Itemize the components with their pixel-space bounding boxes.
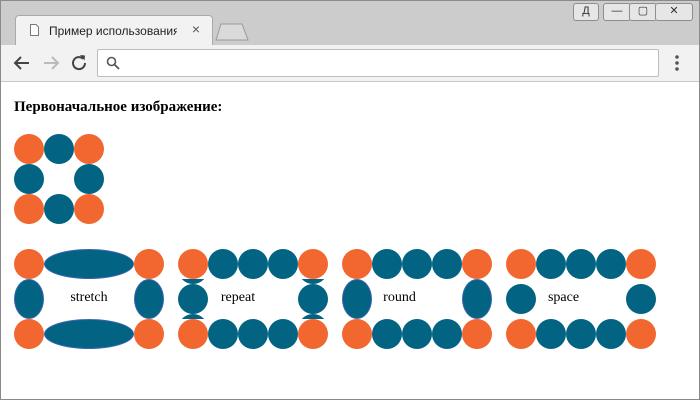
corner-circle	[462, 249, 492, 279]
example-stretch: stretch	[14, 249, 164, 349]
edge-circle	[372, 319, 402, 349]
corner-circle	[298, 249, 328, 279]
tab-close-icon[interactable]: ×	[189, 22, 203, 36]
corner-circle	[134, 319, 164, 349]
corner-circle	[14, 319, 44, 349]
repeated-edge-left	[178, 279, 208, 319]
rounded-edge-right	[462, 279, 492, 319]
edge-circle	[432, 319, 462, 349]
edge-circle	[268, 249, 298, 279]
corner-circle	[506, 319, 536, 349]
example-label: space	[547, 290, 580, 305]
corner-circle	[14, 134, 44, 164]
minimize-button[interactable]: —	[603, 3, 631, 21]
corner-circle	[14, 249, 44, 279]
corner-circle	[626, 319, 656, 349]
edge-circle	[432, 249, 462, 279]
edge-circle	[208, 319, 238, 349]
corner-circle	[342, 319, 372, 349]
edge-circle	[44, 194, 74, 224]
close-button[interactable]: ✕	[655, 3, 693, 21]
stretched-edge-left	[14, 279, 44, 319]
edge-circle	[536, 319, 566, 349]
user-profile-button[interactable]: Д	[573, 3, 599, 21]
edge-circle	[566, 249, 596, 279]
address-input[interactable]	[128, 53, 652, 75]
page-content: Первоначальное изображение: stretch repe…	[1, 82, 699, 399]
search-icon	[106, 56, 120, 70]
browser-toolbar	[1, 45, 699, 82]
edge-circle	[44, 134, 74, 164]
edge-circle	[596, 319, 626, 349]
back-icon[interactable]	[11, 52, 33, 74]
edge-circle	[238, 319, 268, 349]
repeated-edge-right	[298, 279, 328, 319]
corner-circle	[178, 319, 208, 349]
corner-circle	[298, 319, 328, 349]
corner-circle	[134, 249, 164, 279]
corner-circle	[178, 249, 208, 279]
edge-circle	[268, 319, 298, 349]
corner-circle	[626, 249, 656, 279]
edge-circle	[402, 249, 432, 279]
page-heading: Первоначальное изображение:	[14, 99, 223, 115]
title-bar: Пример использования свойства × Д — ▢ ✕	[1, 1, 699, 46]
edge-circle	[14, 164, 44, 194]
edge-circle	[402, 319, 432, 349]
edge-circle	[506, 284, 536, 314]
example-label: repeat	[220, 290, 256, 305]
edge-circle	[626, 284, 656, 314]
corner-circle	[74, 194, 104, 224]
menu-icon[interactable]	[673, 53, 681, 73]
document-icon	[30, 24, 39, 36]
original-image	[14, 134, 104, 224]
edge-circle	[238, 249, 268, 279]
example-repeat: repeat	[178, 249, 328, 349]
example-round: round	[342, 249, 492, 349]
stretched-edge-top	[44, 249, 134, 279]
edge-circle	[74, 164, 104, 194]
edge-circle	[372, 249, 402, 279]
stretched-edge-bottom	[44, 319, 134, 349]
edge-circle	[536, 249, 566, 279]
browser-tab[interactable]: Пример использования свойства ×	[15, 15, 213, 46]
address-bar[interactable]	[97, 49, 659, 77]
tab-title: Пример использования свойства	[49, 24, 177, 38]
edge-circle	[596, 249, 626, 279]
browser-window: Пример использования свойства × Д — ▢ ✕	[0, 0, 700, 400]
corner-circle	[74, 134, 104, 164]
new-tab-button[interactable]	[215, 23, 249, 41]
example-label: stretch	[70, 290, 108, 305]
corner-circle	[462, 319, 492, 349]
rounded-edge-left	[342, 279, 372, 319]
corner-circle	[506, 249, 536, 279]
corner-circle	[14, 194, 44, 224]
example-label: round	[383, 290, 416, 305]
edge-circle	[208, 249, 238, 279]
corner-circle	[342, 249, 372, 279]
example-space: space	[506, 249, 656, 349]
forward-icon[interactable]	[40, 52, 62, 74]
edge-circle	[566, 319, 596, 349]
reload-icon[interactable]	[68, 52, 90, 74]
maximize-button[interactable]: ▢	[629, 3, 657, 21]
stretched-edge-right	[134, 279, 164, 319]
